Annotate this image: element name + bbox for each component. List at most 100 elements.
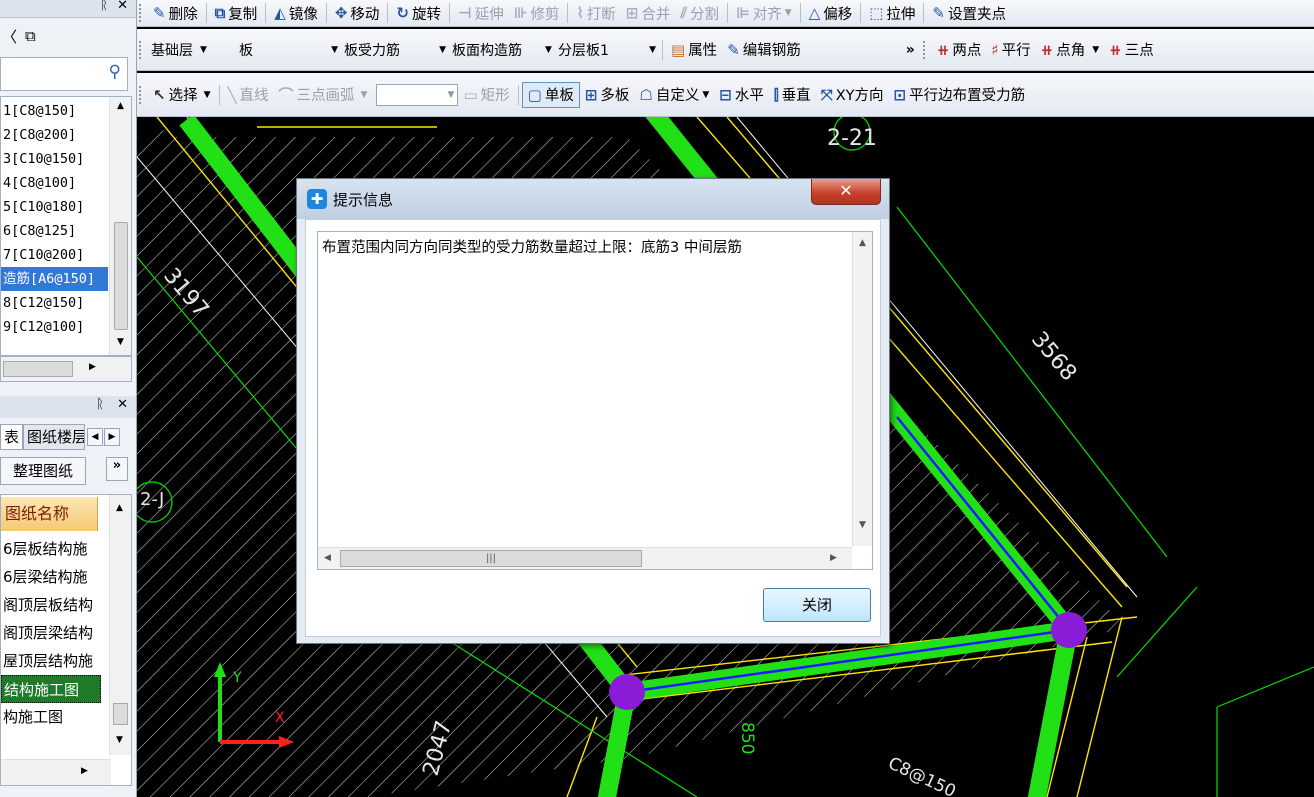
parallel-button[interactable]: ♯ 平行	[986, 38, 1035, 62]
extend-icon: ⊣	[458, 4, 472, 22]
mode-xy-direction-button[interactable]: ⤧ XY方向	[816, 83, 889, 107]
axis-y-label: Y	[232, 670, 242, 686]
tool-copy-button[interactable]: ⧉ 复制	[210, 1, 263, 25]
tool-offset-button[interactable]: △ 偏移	[804, 1, 858, 25]
close-icon[interactable]: ✕	[117, 0, 128, 13]
properties-button[interactable]: ▤ 属性	[666, 38, 722, 62]
list-scrollbar[interactable]: ▲ ▼	[109, 97, 131, 355]
layer-combo[interactable]: 基础层 ▼	[148, 39, 236, 61]
align-icon: ⊫	[736, 4, 750, 22]
rebar-list[interactable]: 1[C8@150] 2[C8@200] 3[C10@150] 4[C8@100] 5[C…	[0, 96, 132, 356]
tool-break-button[interactable]: ⌇ 打断	[571, 1, 620, 25]
drawings-scrollbar[interactable]: ▲ ▼	[109, 495, 131, 755]
dialog-titlebar[interactable]: ✚ 提示信息 ✕	[297, 179, 889, 219]
drawing-row[interactable]: 阁顶层梁结构	[1, 619, 101, 647]
rebar-list-item[interactable]: 8[C12@150]	[1, 291, 108, 315]
two-point-button[interactable]: ⧺ 两点	[932, 38, 987, 62]
drawing-row[interactable]: 屋顶层结构施	[1, 647, 101, 675]
mode-custom-button[interactable]: ☖ 自定义 ▼	[634, 83, 714, 107]
drawings-header[interactable]: 图纸名称	[1, 497, 98, 531]
rebar-list-item[interactable]: 4[C8@100]	[1, 171, 108, 195]
drawing-row[interactable]: 6层梁结构施	[1, 563, 101, 591]
rebar-list-item[interactable]: 造筋[A6@150]	[1, 267, 108, 291]
arc-button[interactable]: ⌒ 三点画弧 ▼	[274, 83, 373, 107]
tab-table[interactable]: 表	[0, 424, 24, 450]
tool-merge-button[interactable]: ⊞ 合并	[621, 1, 676, 25]
single-slab-icon: ▢	[527, 85, 542, 104]
rebar-list-item[interactable]: 5[C10@180]	[1, 195, 108, 219]
tool-grip-point-button[interactable]: ✎ 设置夹点	[927, 1, 1011, 25]
close-button[interactable]: 关闭	[763, 588, 871, 622]
rectangle-button[interactable]: ▭ 矩形	[458, 83, 514, 107]
tab-next-icon[interactable]: ▶	[104, 428, 121, 446]
tool-rotate-button[interactable]: ↻ 旋转	[391, 1, 446, 25]
mode-horizontal-button[interactable]: ⊟ 水平	[714, 83, 769, 107]
edit-rebar-button[interactable]: ✎ 编辑钢筋	[722, 38, 806, 62]
grip-point[interactable]	[1051, 612, 1087, 648]
pin-icon[interactable]: ᚱ	[96, 397, 104, 412]
rebar-type-combo[interactable]: 板受力筋 ▼	[341, 39, 449, 61]
tool-label: 合并	[641, 6, 671, 23]
drawings-hscrollbar[interactable]: ▶	[1, 759, 111, 785]
tool-label: 延伸	[474, 6, 504, 23]
tool-align-button[interactable]: ⊫ 对齐 ▼	[731, 1, 797, 25]
rebar-list-item[interactable]: 1[C8@150]	[1, 99, 108, 123]
select-button[interactable]: ↖ 选择 ▼	[148, 83, 216, 107]
sublayer-combo[interactable]: 分层板1 ▼	[555, 39, 659, 61]
toolbar-more-icon[interactable]: »	[906, 42, 915, 58]
list-hscrollbar[interactable]: ▶	[0, 356, 132, 382]
mode-label: 单板	[544, 88, 574, 104]
drawings-table[interactable]: 图纸名称 6层板结构施 6层梁结构施 阁顶层板结构 阁顶层梁结构 屋顶层结构施 结构施工图…	[0, 494, 132, 786]
tool-split-button[interactable]: ⫽ 分割	[675, 1, 724, 25]
copy-icon: ⧉	[214, 4, 226, 22]
tool-extend-button[interactable]: ⊣ 延伸	[453, 1, 509, 25]
collapse-icon[interactable]: 〈	[2, 26, 17, 47]
close-icon[interactable]: ✕	[117, 397, 128, 412]
message-hscrollbar[interactable]: ◀ ||| ▶	[318, 547, 852, 569]
message-textarea[interactable]: 布置范围内同方向同类型的受力筋数量超过上限：底筋3 中间层筋 ▲ ▼ ◀ |||…	[317, 231, 873, 570]
panel-toolbar: 〈 ⧉	[0, 18, 136, 54]
tool-eraser-button[interactable]: ✎ 删除	[148, 1, 203, 25]
rebar-list-item[interactable]: 3[C10@150]	[1, 147, 108, 171]
rotate-icon: ↻	[396, 4, 409, 22]
rebar-list-item[interactable]: 2[C8@200]	[1, 123, 108, 147]
grip-point[interactable]	[609, 674, 645, 710]
mode-single-slab-button[interactable]: ▢ 单板	[521, 81, 580, 108]
mode-parallel-edge-button[interactable]: ⊡ 平行边布置受力筋	[889, 83, 1031, 107]
drawing-row[interactable]: 结构施工图	[1, 675, 101, 703]
pin-icon[interactable]: ᚱ	[100, 0, 108, 13]
tool-stretch-button[interactable]: ⬚ 拉伸	[864, 1, 920, 25]
paste-icon[interactable]: ⧉	[25, 27, 36, 45]
axis-label: 2-J	[140, 489, 164, 510]
draw-toolbar: ↖ 选择 ▼ ╲ 直线 ⌒ 三点画弧 ▼ ▼ ▭ 矩形 ▢ 单板 ⊞ 多板 ☖ 自定义 ▼ ⊟ 水平 ⫿ 垂直 ⤧…	[137, 73, 1314, 117]
drawing-row[interactable]: 阁顶层板结构	[1, 591, 101, 619]
point-angle-button[interactable]: ⧺ 点角 ▼	[1036, 38, 1105, 62]
rebar-list-item[interactable]: 9[C12@100]	[1, 315, 108, 339]
rebar-list-item[interactable]: 7[C10@200]	[1, 243, 108, 267]
element-combo[interactable]: 板 ▼	[236, 39, 341, 61]
line-button[interactable]: ╲ 直线	[223, 83, 274, 107]
search-input[interactable]: ⚲	[0, 57, 128, 91]
tool-mirror-button[interactable]: ◭ 镜像	[269, 1, 323, 25]
break-icon: ⌇	[576, 4, 584, 22]
tool-label: 删除	[168, 6, 198, 23]
tool-move-button[interactable]: ✥ 移动	[330, 1, 385, 25]
drawing-row[interactable]: 构施工图	[1, 703, 101, 731]
search-icon[interactable]: ⚲	[109, 62, 121, 82]
drawing-row[interactable]: 6层板结构施	[1, 535, 101, 563]
message-vscrollbar[interactable]: ▲ ▼	[852, 232, 872, 546]
organize-drawings-button[interactable]: 整理图纸	[0, 457, 86, 485]
three-point-button[interactable]: ⧺ 三点	[1104, 38, 1159, 62]
mode-vertical-button[interactable]: ⫿ 垂直	[769, 83, 816, 107]
dialog-close-button[interactable]: ✕	[811, 179, 881, 205]
draw-combo[interactable]: ▼	[376, 83, 459, 106]
construct-combo[interactable]: 板面构造筋 ▼	[449, 39, 555, 61]
tool-trim-button[interactable]: ⊪ 修剪	[509, 1, 565, 25]
tab-drawing-floors[interactable]: 图纸楼层	[23, 424, 86, 450]
mode-multi-slab-button[interactable]: ⊞ 多板	[580, 83, 635, 107]
three-point-icon: ⧺	[1109, 40, 1122, 59]
rebar-list-item[interactable]: 6[C8@125]	[1, 219, 108, 243]
tab-prev-icon[interactable]: ◀	[87, 428, 104, 446]
more-icon[interactable]: »	[106, 457, 128, 481]
arc-icon: ⌒	[278, 86, 294, 104]
